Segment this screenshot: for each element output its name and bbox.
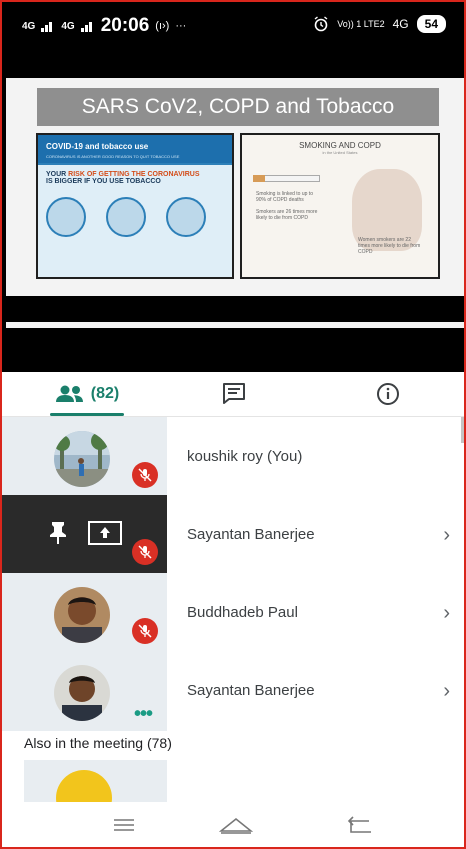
avatar xyxy=(56,770,112,802)
covid-subheading: CORONAVIRUS IS ANOTHER GOOD REASON TO QU… xyxy=(38,154,232,163)
copd-subheading: in the United States xyxy=(322,150,358,155)
participant-tile xyxy=(2,495,167,575)
people-sharing-illustration xyxy=(106,197,146,237)
participant-list[interactable]: koushik roy (You) Sayantan Banerjee › Bu… xyxy=(2,417,464,802)
battery-indicator: 54 xyxy=(416,15,446,33)
network-label: 4G xyxy=(392,17,409,31)
tab-chat[interactable] xyxy=(214,372,254,416)
participant-row[interactable]: ••• Sayantan Banerjee › xyxy=(2,651,464,731)
screen-frame: 4G 4G 20:06 (ı›) ··· Vo)) 1 LTE2 4G 54 S… xyxy=(0,0,466,849)
mic-off-icon xyxy=(132,539,158,565)
chat-icon xyxy=(223,383,245,404)
system-nav-bar xyxy=(2,802,464,847)
slide-title: SARS CoV2, COPD and Tobacco xyxy=(37,88,439,126)
menu-nav-button[interactable] xyxy=(104,810,144,840)
covid-heading: COVID-19 and tobacco use xyxy=(38,135,232,154)
participant-tile[interactable] xyxy=(24,760,167,802)
covid-tobacco-panel: COVID-19 and tobacco use CORONAVIRUS IS … xyxy=(36,133,234,279)
chevron-right-icon[interactable]: › xyxy=(443,573,450,653)
status-right: Vo)) 1 LTE2 4G 54 xyxy=(313,15,446,33)
alarm-icon xyxy=(314,16,328,32)
people-icon xyxy=(55,385,83,402)
overflow-dots: ··· xyxy=(175,20,187,32)
risk-highlight: RISK OF GETTING THE CORONAVIRUS xyxy=(68,171,200,178)
copd-stat-2: Smokers are 26 times more likely to die … xyxy=(256,209,318,221)
mic-off-icon xyxy=(132,618,158,644)
copd-stat-3: Women smokers are 22 times more likely t… xyxy=(358,237,421,255)
shared-slide: SARS CoV2, COPD and Tobacco COVID-19 and… xyxy=(6,78,464,328)
status-time: 20:06 xyxy=(100,15,150,36)
participant-tile xyxy=(2,573,167,653)
pin-icon[interactable] xyxy=(48,521,68,545)
hand-cigarette-illustration xyxy=(46,197,86,237)
tab-info[interactable] xyxy=(368,372,408,416)
no-smoking-illustration xyxy=(166,197,206,237)
back-nav-button[interactable] xyxy=(340,810,380,840)
risk-text: YOUR RISK OF GETTING THE CORONAVIRUS IS … xyxy=(38,165,232,185)
meeting-tabs: (82) xyxy=(2,372,464,417)
participant-tile xyxy=(2,417,167,497)
signal-2-label: 4G xyxy=(61,20,75,32)
people-count: (82) xyxy=(90,385,120,402)
speaking-indicator-icon: ••• xyxy=(134,703,153,725)
section-heading: Also in the meeting (78) xyxy=(24,735,172,751)
copd-heading: SMOKING AND COPD xyxy=(299,141,381,150)
avatar xyxy=(54,587,110,643)
participant-name: koushik roy (You) xyxy=(187,448,303,465)
status-left: 4G 4G 20:06 (ı›) ··· xyxy=(22,15,186,37)
status-bar: 4G 4G 20:06 (ı›) ··· Vo)) 1 LTE2 4G 54 xyxy=(2,2,464,52)
back-icon xyxy=(347,816,371,833)
avatar xyxy=(54,665,110,721)
chevron-right-icon[interactable]: › xyxy=(443,651,450,731)
risk-prefix: YOUR xyxy=(46,171,69,178)
signal-bars-icon xyxy=(41,22,53,32)
signal-1-label: 4G xyxy=(22,20,36,32)
cigarette-illustration xyxy=(253,175,320,182)
smoking-copd-panel: SMOKING AND COPD in the United States Sm… xyxy=(240,133,440,279)
avatar xyxy=(54,431,110,487)
risk-suffix: IS BIGGER IF YOU USE TOBACCO xyxy=(46,178,161,185)
participant-name: Sayantan Banerjee xyxy=(187,526,315,543)
participant-name: Sayantan Banerjee xyxy=(187,682,315,699)
slide-footer xyxy=(6,322,464,328)
participant-row[interactable]: koushik roy (You) xyxy=(2,417,464,497)
copd-stat-1: Smoking is linked to up to 90% of COPD d… xyxy=(256,191,313,203)
presentation-area[interactable]: SARS CoV2, COPD and Tobacco COVID-19 and… xyxy=(2,52,464,372)
home-icon xyxy=(219,817,253,834)
info-icon xyxy=(377,383,399,405)
presenting-icon xyxy=(88,521,122,545)
participant-tile: ••• xyxy=(2,651,167,731)
covid-panel-body: YOUR RISK OF GETTING THE CORONAVIRUS IS … xyxy=(38,165,232,277)
active-tab-indicator xyxy=(50,413,124,416)
menu-icon xyxy=(114,819,134,831)
chevron-right-icon[interactable]: › xyxy=(443,495,450,575)
home-nav-button[interactable] xyxy=(216,810,256,840)
tab-people[interactable]: (82) xyxy=(42,372,132,416)
participant-name: Buddhadeb Paul xyxy=(187,604,298,621)
volte-label: Vo)) 1 LTE2 xyxy=(337,18,385,29)
signal-bars-icon xyxy=(80,22,92,32)
illustration-row xyxy=(46,197,206,237)
data-indicator: (ı›) xyxy=(155,20,170,32)
participant-row[interactable]: Buddhadeb Paul › xyxy=(2,573,464,653)
participant-row[interactable]: Sayantan Banerjee › xyxy=(2,495,464,575)
mic-off-icon xyxy=(132,462,158,488)
